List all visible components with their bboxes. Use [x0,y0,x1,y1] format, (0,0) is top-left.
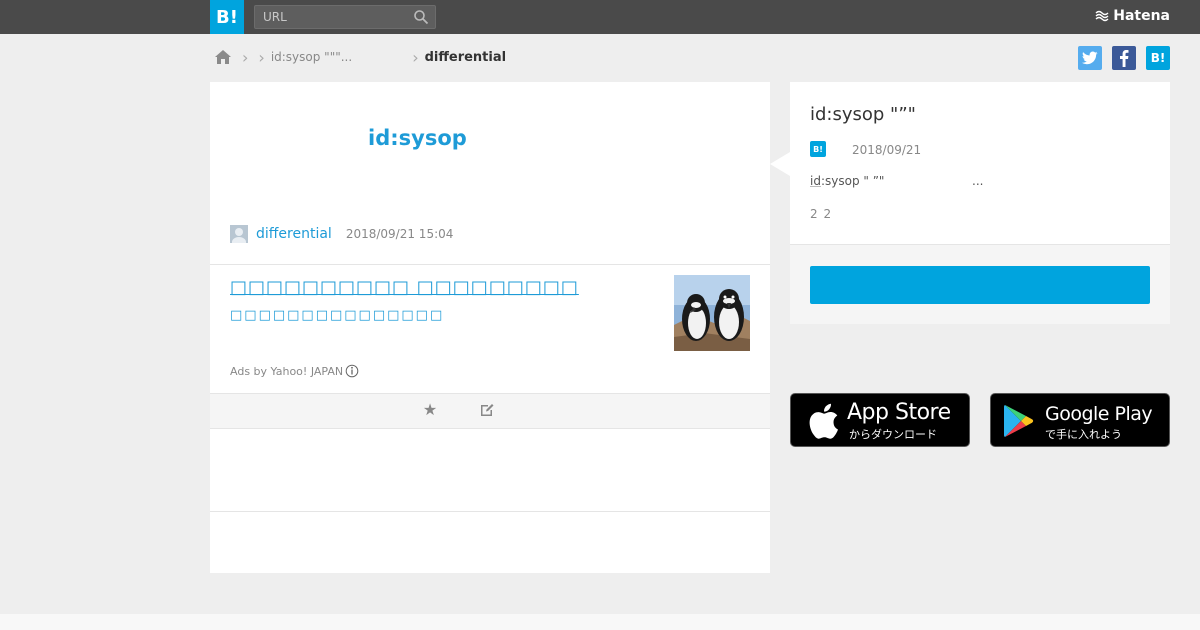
entry-datetime: 2018/09/21 15:04 [345,227,454,241]
divider [210,264,770,265]
app-store-sublabel: からダウンロード [849,428,937,441]
google-play-sublabel: で手に入れよう [1045,428,1122,441]
side-panel: id:sysop "”" B! 2018/09/21 id:sysop " ”"… [790,82,1170,324]
hatena-bookmark-share-button[interactable]: B! [1146,46,1170,70]
twitter-icon [1082,51,1098,65]
twitter-share-button[interactable] [1078,46,1102,70]
chevron-right-icon: › [242,47,249,67]
side-panel-footer [790,244,1170,324]
panel-pointer [770,152,790,176]
search-icon[interactable] [413,9,429,25]
ads-by-label: Ads by Yahoo! JAPAN [230,364,344,378]
chevron-right-icon: › [258,47,265,67]
breadcrumb-parent[interactable]: id:sysop """... [271,50,352,64]
hatena-mark-icon [1095,10,1109,22]
chevron-right-icon: › [412,47,419,67]
ad-title-link[interactable]: □□□□□□□□□□ □□□□□□□□□ [230,277,579,298]
google-play-badge[interactable]: Google Play で手に入れよう [990,393,1170,447]
breadcrumb-current: differential [424,49,507,65]
side-panel-title[interactable]: id:sysop "”" [810,104,916,125]
hatena-bookmark-icon: B! [810,141,826,157]
top-bar: B! Hatena [0,0,1200,34]
google-play-icon [1004,405,1034,437]
penguin-photo-icon [674,275,750,351]
facebook-share-button[interactable] [1112,46,1136,70]
main-panel: id:sysop differential 2018/09/21 15:04 □… [210,82,770,573]
facebook-icon [1120,50,1129,67]
description-ellipsis: ... [972,174,984,188]
apple-logo-icon [809,403,838,439]
entry-action-bar: ★ [210,393,770,429]
avatar[interactable] [230,225,248,243]
primary-action-button[interactable] [810,266,1150,304]
star-icon[interactable]: ★ [422,402,438,418]
bookmark-count: 2 2 [810,207,833,221]
divider [210,511,770,512]
search-input[interactable] [255,6,405,28]
app-store-badge[interactable]: App Store からダウンロード [790,393,970,447]
brand-label: Hatena [1113,8,1170,24]
breadcrumb: › › id:sysop """... › differential [214,46,506,68]
page-footer [0,614,1200,630]
ads-by-yahoo[interactable]: Ads by Yahoo! JAPAN [230,364,359,378]
hatena-brand-link[interactable]: Hatena [1095,8,1170,24]
side-panel-description: id:sysop " ”" [810,174,884,188]
ad-description[interactable]: □□□□□□□□□□□□□□□ [230,308,444,323]
home-icon[interactable] [214,49,232,65]
app-store-label: App Store [847,400,951,425]
page-title: id:sysop [368,126,467,150]
edit-icon[interactable] [479,402,495,418]
info-icon[interactable] [345,364,359,378]
ad-image-penguins[interactable] [674,275,750,351]
description-link[interactable]: id [810,174,821,188]
side-panel-date: 2018/09/21 [852,143,922,157]
search-box [254,5,436,29]
username-link[interactable]: differential [256,226,332,242]
hatena-bookmark-logo[interactable]: B! [210,0,244,34]
entry-meta: differential 2018/09/21 15:04 [230,225,453,243]
description-text: :sysop " ”" [820,174,885,188]
google-play-label: Google Play [1045,403,1153,425]
